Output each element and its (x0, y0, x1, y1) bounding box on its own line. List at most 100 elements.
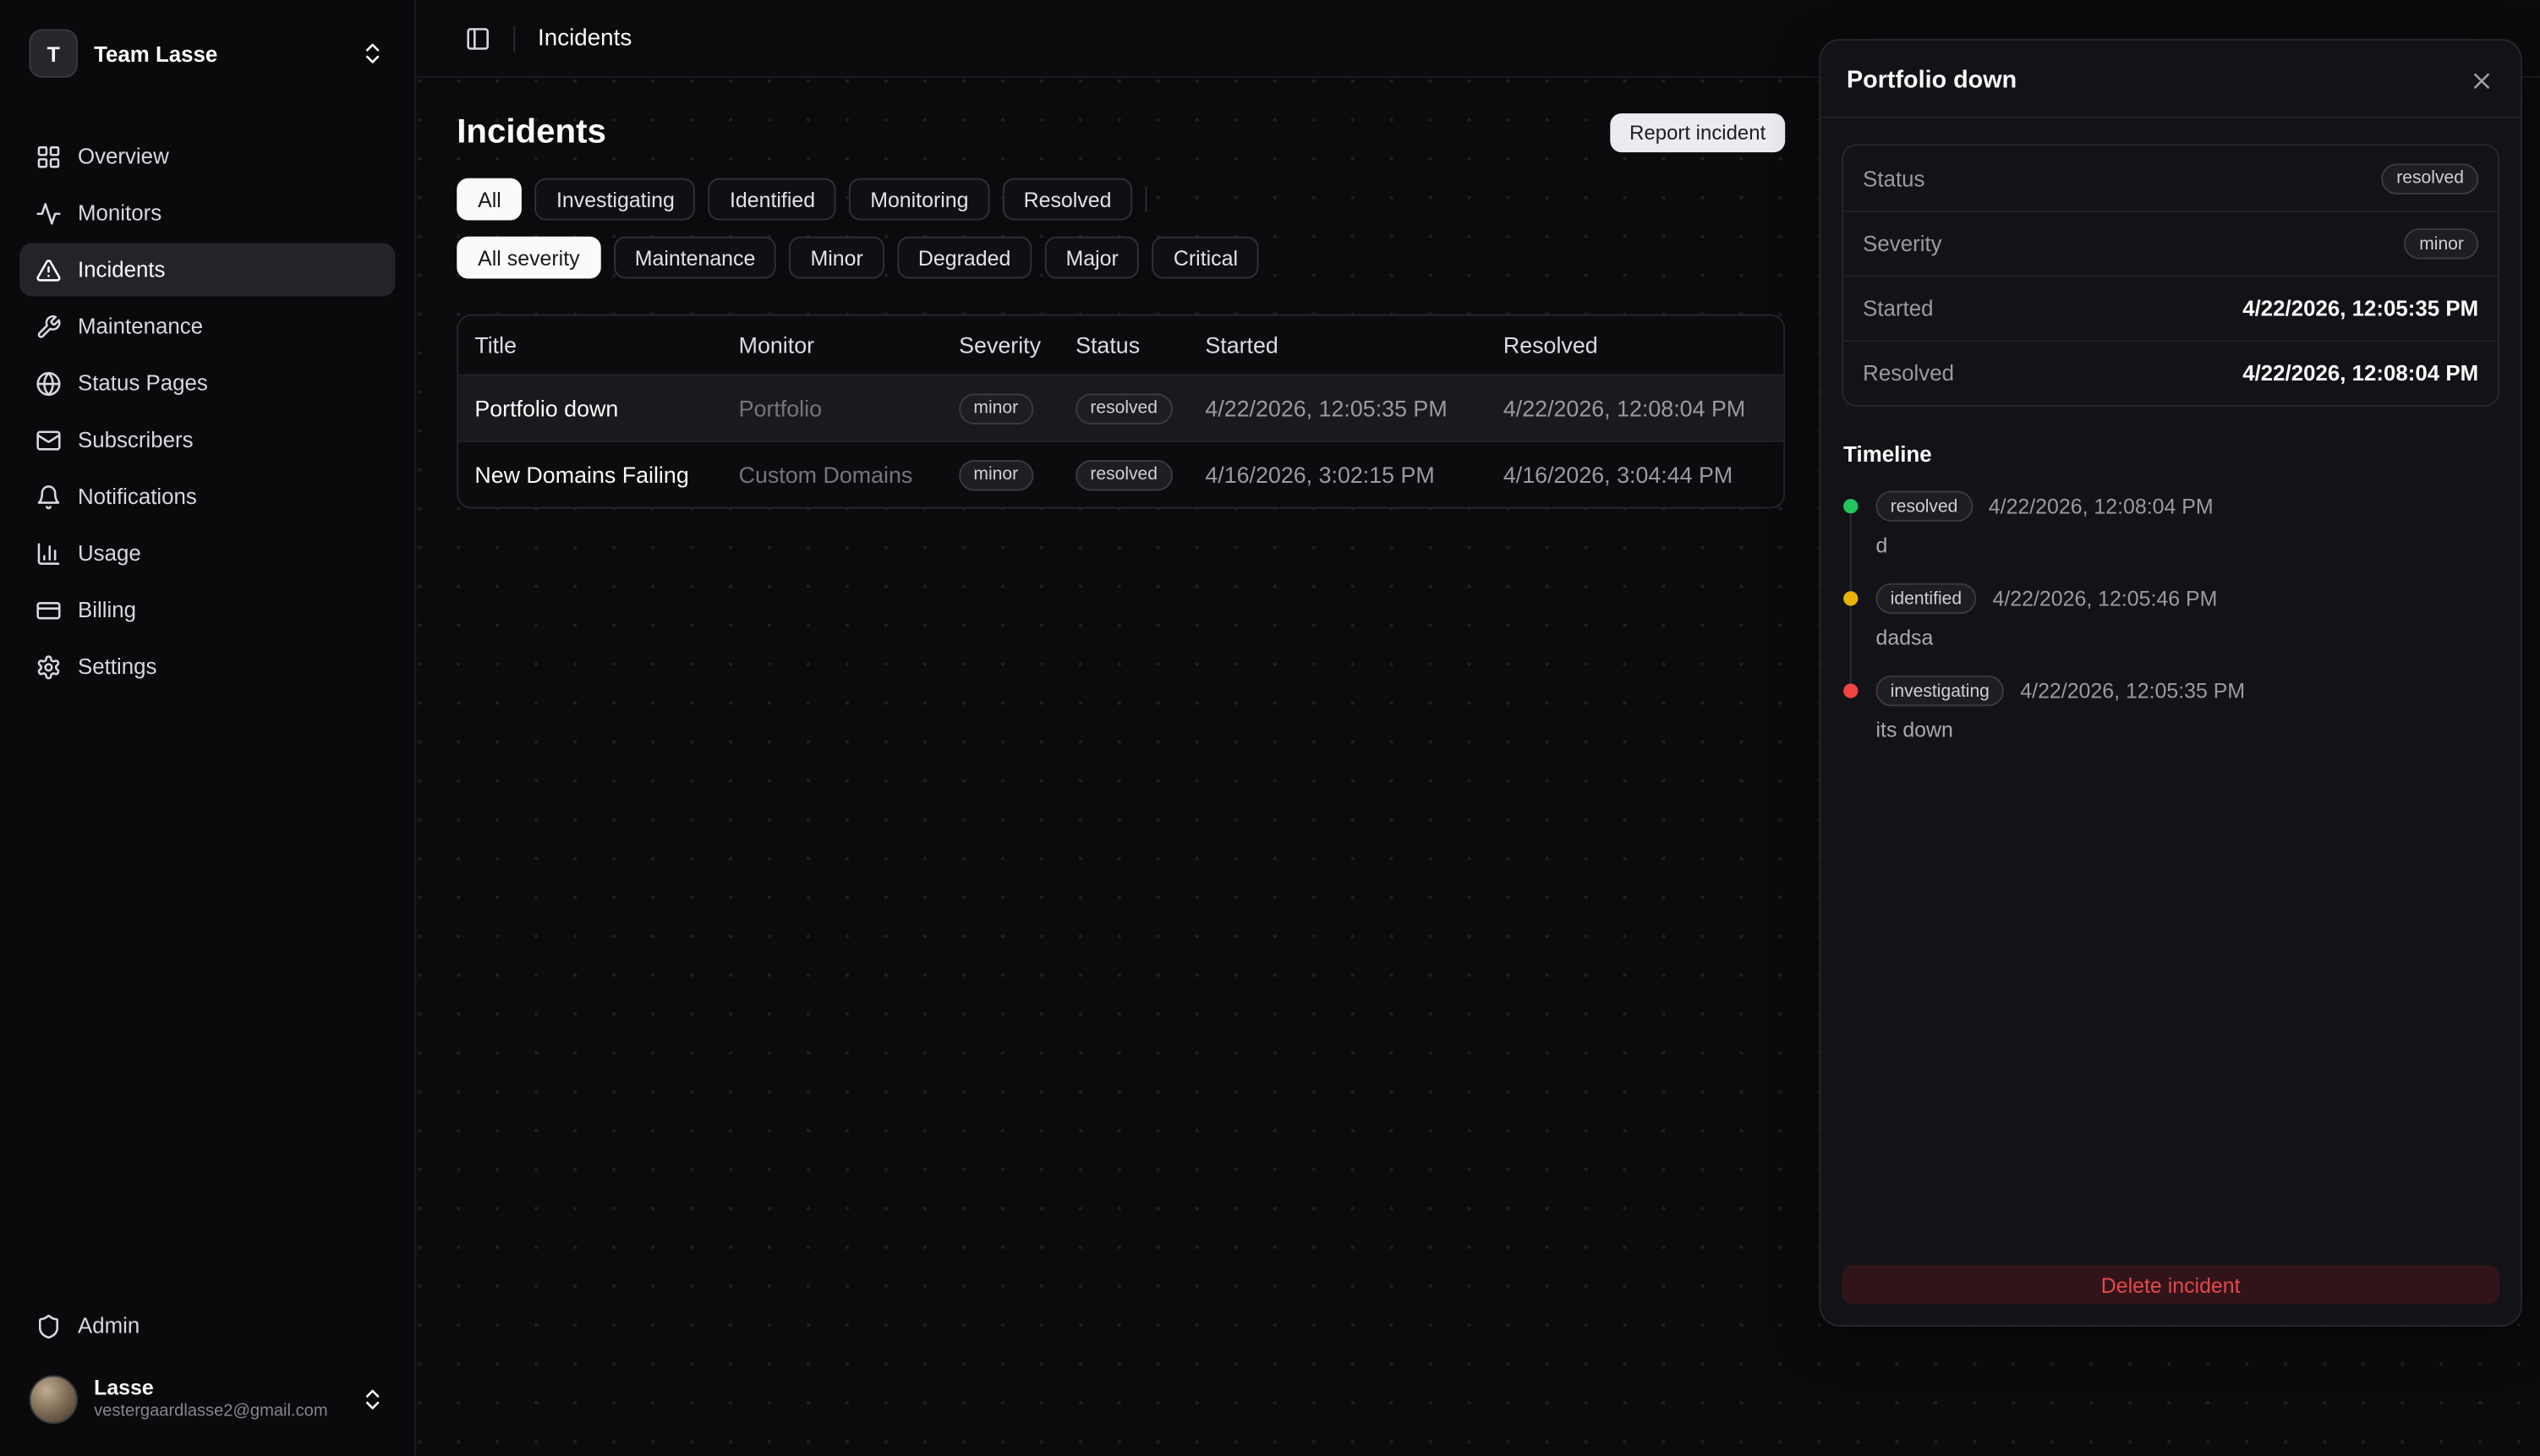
topbar-divider (513, 25, 515, 52)
timeline-message: d (1875, 533, 2498, 557)
team-name: Team Lasse (94, 41, 217, 66)
sidebar-item-label: Usage (78, 541, 141, 566)
table-row[interactable]: Portfolio down Portfolio minor resolved … (458, 375, 1783, 441)
cell-started: 4/16/2026, 3:02:15 PM (1189, 462, 1487, 488)
globe-icon (36, 370, 62, 397)
sidebar-item-label: Monitors (78, 201, 161, 226)
sidebar-item-usage[interactable]: Usage (19, 527, 395, 580)
filter-minor[interactable]: Minor (790, 237, 884, 279)
user-meta: Lasse vestergaardlasse2@gmail.com (94, 1377, 327, 1422)
sidebar-item-monitors[interactable]: Monitors (19, 186, 395, 239)
delete-incident-button[interactable]: Delete incident (1842, 1265, 2499, 1304)
field-value: 4/22/2026, 12:08:04 PM (2242, 361, 2478, 386)
team-switcher[interactable]: T Team Lasse (19, 19, 395, 87)
team-avatar: T (29, 29, 77, 77)
sidebar-item-label: Maintenance (78, 315, 203, 339)
sidebar-item-label: Status Pages (78, 371, 208, 396)
detail-fields: Status resolved Severity minor Started 4… (1842, 145, 2499, 407)
cell-status: resolved (1059, 459, 1189, 490)
page-title: Incidents (457, 113, 606, 152)
timeline-title: Timeline (1843, 442, 2498, 467)
cell-monitor: Custom Domains (722, 462, 943, 488)
sidebar-item-label: Settings (78, 654, 156, 679)
sidebar-item-label: Notifications (78, 484, 197, 509)
panel-left-icon (465, 25, 491, 52)
column-severity: Severity (943, 332, 1059, 359)
activity-icon (36, 200, 62, 227)
detail-header: Portfolio down (1820, 41, 2521, 118)
field-label: Status (1863, 166, 1924, 190)
filter-investigating[interactable]: Investigating (535, 178, 696, 221)
status-badge: resolved (1076, 393, 1172, 424)
page-head: Incidents Report incident (457, 113, 1785, 152)
sidebar-item-notifications[interactable]: Notifications (19, 470, 395, 523)
status-badge: resolved (1076, 460, 1172, 490)
report-incident-button[interactable]: Report incident (1610, 113, 1785, 152)
detail-title: Portfolio down (1847, 67, 2017, 95)
sidebar-item-billing[interactable]: Billing (19, 583, 395, 637)
timeline-time: 4/22/2026, 12:08:04 PM (1989, 494, 2214, 518)
timeline-event: identified 4/22/2026, 12:05:46 PM dadsa (1843, 583, 2498, 650)
status-badge: resolved (2382, 163, 2478, 194)
timeline-message: dadsa (1875, 625, 2498, 649)
sidebar-item-subscribers[interactable]: Subscribers (19, 413, 395, 467)
sidebar-item-label: Incidents (78, 258, 166, 282)
layout-grid-icon (36, 144, 62, 170)
filter-maintenance[interactable]: Maintenance (614, 237, 776, 279)
field-severity: Severity minor (1843, 211, 2498, 276)
cell-monitor: Portfolio (722, 395, 943, 421)
filter-monitoring[interactable]: Monitoring (849, 178, 989, 221)
delete-section: Delete incident (1820, 1245, 2521, 1325)
investigating-dot-icon (1843, 683, 1858, 698)
breadcrumb: Incidents (538, 25, 632, 52)
filter-all[interactable]: All (457, 178, 523, 221)
column-title: Title (458, 332, 722, 359)
field-value: 4/22/2026, 12:05:35 PM (2242, 297, 2478, 321)
cell-started: 4/22/2026, 12:05:35 PM (1189, 395, 1487, 421)
timeline-status-badge: identified (1875, 583, 1976, 614)
filter-group-divider (1146, 186, 1147, 212)
sidebar-item-admin[interactable]: Admin (19, 1299, 395, 1352)
column-status: Status (1059, 332, 1189, 359)
table-row[interactable]: New Domains Failing Custom Domains minor… (458, 441, 1783, 507)
severity-badge: minor (2405, 228, 2478, 259)
user-name: Lasse (94, 1377, 327, 1400)
user-email: vestergaardlasse2@gmail.com (94, 1404, 327, 1422)
close-panel-button[interactable] (2469, 68, 2495, 94)
filter-all-severity[interactable]: All severity (457, 237, 600, 279)
timeline-status-badge: resolved (1875, 490, 1972, 521)
filter-resolved[interactable]: Resolved (1003, 178, 1133, 221)
sidebar-item-incidents[interactable]: Incidents (19, 243, 395, 296)
field-label: Severity (1863, 232, 1941, 256)
cell-resolved: 4/16/2026, 3:04:44 PM (1487, 462, 1784, 488)
alert-triangle-icon (36, 257, 62, 283)
user-menu[interactable]: Lasse vestergaardlasse2@gmail.com (19, 1362, 395, 1437)
incident-detail-panel: Portfolio down Status resolved Severity … (1819, 39, 2521, 1327)
sidebar-item-overview[interactable]: Overview (19, 129, 395, 183)
sidebar-item-settings[interactable]: Settings (19, 640, 395, 693)
timeline-section: Timeline resolved 4/22/2026, 12:08:04 PM… (1820, 407, 2521, 768)
cell-severity: minor (943, 392, 1059, 424)
field-resolved: Resolved 4/22/2026, 12:08:04 PM (1843, 340, 2498, 405)
filter-degraded[interactable]: Degraded (897, 237, 1032, 279)
gear-icon (36, 654, 62, 680)
resolved-dot-icon (1843, 499, 1858, 513)
filter-major[interactable]: Major (1045, 237, 1140, 279)
filter-critical[interactable]: Critical (1152, 237, 1259, 279)
sidebar-item-maintenance[interactable]: Maintenance (19, 299, 395, 353)
sidebar-item-status-pages[interactable]: Status Pages (19, 356, 395, 409)
sidebar-footer: Admin Lasse vestergaardlasse2@gmail.com (19, 1299, 395, 1437)
timeline-time: 4/22/2026, 12:05:46 PM (1993, 587, 2218, 611)
timeline-message: its down (1875, 718, 2498, 742)
column-monitor: Monitor (722, 332, 943, 359)
sidebar-toggle-button[interactable] (465, 25, 491, 52)
chevrons-up-down-icon (359, 41, 386, 67)
timeline-time: 4/22/2026, 12:05:35 PM (2020, 679, 2245, 703)
cell-title: New Domains Failing (458, 462, 722, 488)
timeline-event: investigating 4/22/2026, 12:05:35 PM its… (1843, 676, 2498, 742)
sidebar-item-label: Overview (78, 145, 169, 169)
identified-dot-icon (1843, 591, 1858, 605)
filter-identified[interactable]: Identified (709, 178, 836, 221)
bell-icon (36, 484, 62, 510)
field-label: Resolved (1863, 361, 1954, 386)
